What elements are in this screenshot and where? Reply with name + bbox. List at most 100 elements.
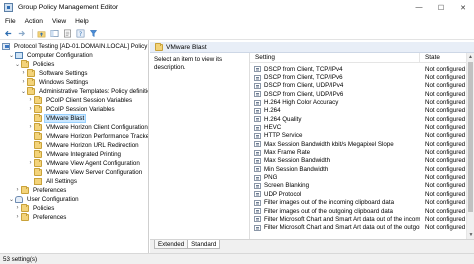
setting-state: Not configured — [425, 199, 466, 207]
tree-item[interactable]: VMware Blast — [27, 113, 87, 123]
setting-row[interactable]: UDP Protocol Not configured — [250, 190, 466, 198]
filter-button[interactable] — [88, 28, 99, 38]
setting-row[interactable]: Filter images out of the outgoing clipbo… — [250, 207, 466, 215]
policy-setting-icon — [254, 166, 261, 173]
setting-row[interactable]: H.264 Quality Not configured — [250, 115, 466, 123]
tree-item[interactable]: › PCoIP Session Variables — [27, 104, 116, 113]
menu-view[interactable]: View — [52, 18, 66, 25]
back-button[interactable] — [3, 28, 14, 38]
tree-item[interactable]: ⌄ Policies — [14, 59, 55, 68]
policy-setting-icon — [254, 124, 261, 131]
column-header-state[interactable]: State — [420, 54, 466, 61]
setting-row[interactable]: Screen Blanking Not configured — [250, 182, 466, 190]
setting-row[interactable]: Filter images out of the incoming clipbo… — [250, 199, 466, 207]
policy-setting-icon — [254, 99, 261, 106]
setting-row[interactable]: DSCP from Client, UDP/IPv4 Not configured — [250, 82, 466, 90]
column-header-setting[interactable]: Setting — [250, 53, 420, 63]
help-icon: ? — [76, 29, 85, 37]
tab-standard[interactable]: Standard — [187, 240, 221, 249]
minimize-button[interactable]: — — [408, 0, 430, 15]
tree-item[interactable]: › PCoIP Client Session Variables — [27, 95, 133, 104]
setting-name: Max Session Bandwidth kbit/s Megapixel S… — [264, 140, 394, 148]
scroll-up-icon[interactable]: ▲ — [467, 53, 474, 61]
folder-icon — [34, 131, 42, 140]
up-one-level-button[interactable] — [36, 28, 47, 38]
setting-row[interactable]: HEVC Not configured — [250, 123, 466, 131]
policy-setting-icon — [254, 91, 261, 98]
setting-state: Not configured — [425, 174, 466, 182]
tree-item[interactable]: VMware Horizon URL Redirection — [27, 140, 140, 149]
menu-help[interactable]: Help — [75, 18, 89, 25]
setting-name: Filter Microsoft Chart and Smart Art dat… — [264, 224, 420, 232]
collapse-chevron-icon[interactable]: › — [20, 78, 27, 86]
setting-row[interactable]: H.264 High Color Accuracy Not configured — [250, 98, 466, 106]
collapse-chevron-icon[interactable]: › — [14, 204, 21, 212]
tree-item[interactable]: VMware View Server Configuration — [27, 167, 143, 176]
expand-chevron-icon[interactable]: ⌄ — [20, 87, 27, 95]
folder-icon — [34, 104, 42, 113]
tree-root[interactable]: Protocol Testing [AD-01.DOMAIN.LOCAL] Po… — [2, 42, 148, 50]
collapse-chevron-icon — [27, 141, 34, 149]
show-hide-tree-button[interactable] — [49, 28, 60, 38]
folder-icon — [34, 113, 42, 122]
tree-item[interactable]: › Preferences — [14, 212, 67, 221]
tree-item[interactable]: › VMware View Agent Configuration — [27, 158, 141, 167]
collapse-chevron-icon[interactable]: › — [27, 96, 34, 104]
collapse-chevron-icon[interactable]: › — [14, 186, 21, 194]
close-button[interactable]: ✕ — [452, 0, 474, 15]
tree-item[interactable]: › Windows Settings — [20, 77, 89, 86]
tree-item[interactable]: › Preferences — [14, 185, 67, 194]
folder-icon — [34, 95, 42, 104]
collapse-chevron-icon[interactable]: › — [20, 69, 27, 77]
expand-chevron-icon[interactable]: ⌄ — [14, 60, 21, 68]
tree-item[interactable]: VMware Integrated Printing — [27, 149, 122, 158]
help-button[interactable]: ? — [75, 28, 86, 38]
setting-row[interactable]: DSCP from Client, UDP/IPv6 Not configured — [250, 90, 466, 98]
setting-state: Not configured — [425, 74, 466, 82]
collapse-chevron-icon[interactable]: › — [27, 123, 34, 131]
properties-button[interactable] — [62, 28, 73, 38]
tree-item[interactable]: › VMware Horizon Client Configuration — [27, 122, 148, 131]
forward-button[interactable] — [16, 28, 27, 38]
setting-row[interactable]: Min Session Bandwidth Not configured — [250, 165, 466, 173]
setting-row[interactable]: HTTP Service Not configured — [250, 132, 466, 140]
tree-item[interactable]: ⌄ Administrative Templates: Policy defini… — [20, 86, 148, 95]
setting-state: Not configured — [425, 140, 466, 148]
setting-state: Not configured — [425, 190, 466, 198]
scroll-down-icon[interactable]: ▼ — [467, 231, 474, 239]
collapse-chevron-icon[interactable]: › — [27, 105, 34, 113]
tree-item-label: User Configuration — [27, 195, 79, 203]
setting-state: Not configured — [425, 182, 466, 190]
settings-list: Setting State DSCP from Client, TCP/IPv4… — [250, 53, 474, 239]
setting-row[interactable]: Max Session Bandwidth Not configured — [250, 157, 466, 165]
view-tabs: Extended Standard — [150, 239, 474, 253]
setting-row[interactable]: Max Session Bandwidth kbit/s Megapixel S… — [250, 140, 466, 148]
setting-row[interactable]: DSCP from Client, TCP/IPv4 Not configured — [250, 65, 466, 73]
tree-item[interactable]: VMware Horizon Performance Tracker — [27, 131, 148, 140]
setting-row[interactable]: PNG Not configured — [250, 173, 466, 181]
tree-item-label: Software Settings — [39, 69, 88, 77]
expand-chevron-icon[interactable]: ⌄ — [8, 195, 15, 203]
tree-item-label: VMware Horizon URL Redirection — [46, 141, 139, 149]
maximize-button[interactable]: ☐ — [430, 0, 452, 15]
collapse-chevron-icon[interactable]: › — [14, 213, 21, 221]
setting-row[interactable]: H.264 Not configured — [250, 107, 466, 115]
menu-action[interactable]: Action — [25, 18, 43, 25]
scroll-thumb[interactable] — [468, 62, 473, 212]
vertical-scrollbar[interactable]: ▲ ▼ — [466, 53, 474, 239]
setting-row[interactable]: Max Frame Rate Not configured — [250, 148, 466, 156]
menu-file[interactable]: File — [5, 18, 16, 25]
tab-extended[interactable]: Extended — [154, 240, 189, 249]
setting-row[interactable]: Filter Microsoft Chart and Smart Art dat… — [250, 215, 466, 223]
tree-item[interactable]: ⌄ User Configuration — [8, 195, 80, 203]
expand-chevron-icon[interactable]: ⌄ — [8, 51, 15, 59]
setting-row[interactable]: DSCP from Client, TCP/IPv6 Not configured — [250, 73, 466, 81]
tree-item[interactable]: All Settings — [27, 177, 78, 185]
tree-item[interactable]: › Software Settings — [20, 68, 89, 77]
setting-name: H.264 — [264, 107, 281, 115]
collapse-chevron-icon[interactable]: › — [27, 159, 34, 167]
tree-item[interactable]: ⌄ Computer Configuration — [8, 51, 94, 59]
setting-row[interactable]: Filter Microsoft Chart and Smart Art dat… — [250, 224, 466, 232]
tree-item-label: VMware Integrated Printing — [46, 150, 121, 158]
tree-item[interactable]: › Policies — [14, 203, 55, 212]
